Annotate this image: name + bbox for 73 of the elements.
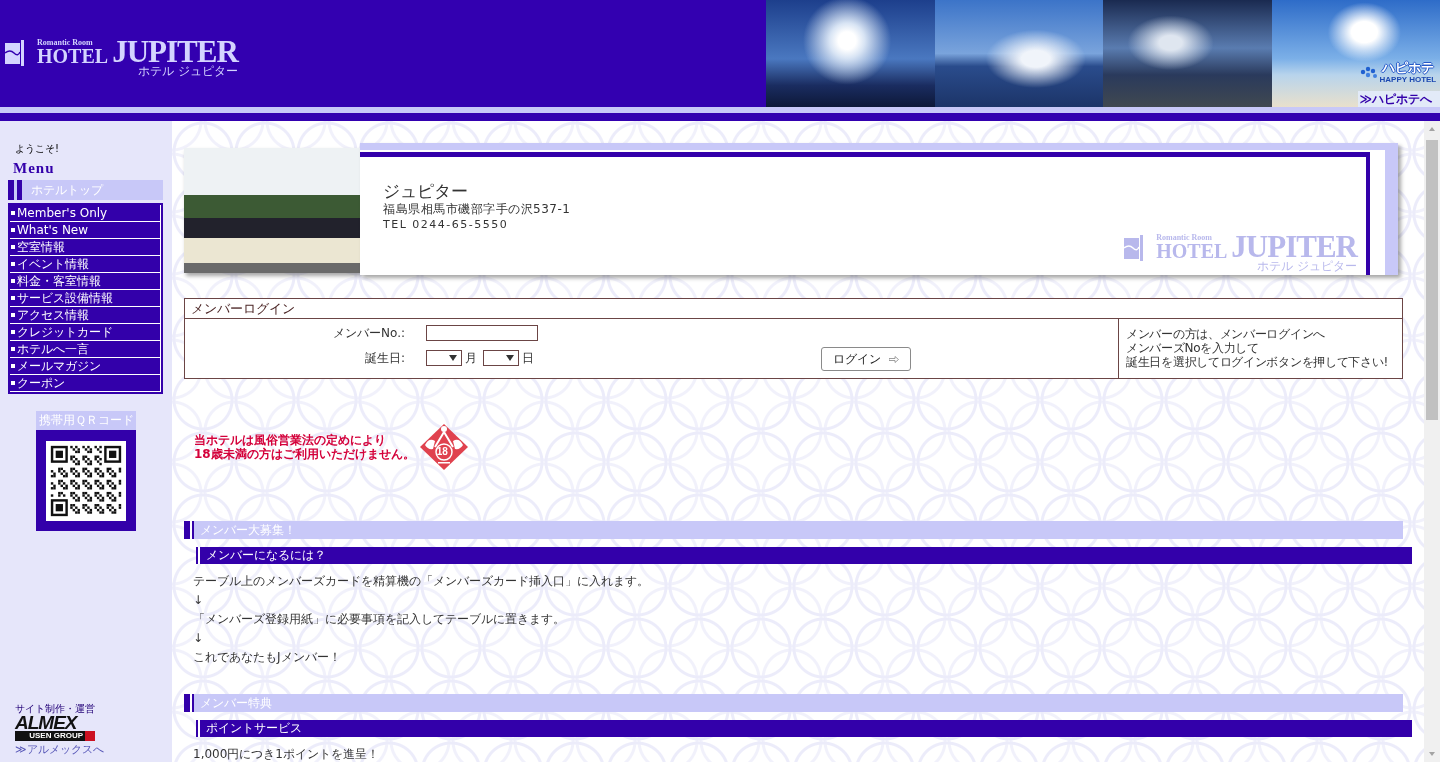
- caret-icon: [449, 355, 457, 361]
- company-group-banner: USEN GROUP: [15, 731, 95, 741]
- bullet-icon: [11, 296, 15, 300]
- subsection-header: メンバーになるには？: [196, 547, 1412, 564]
- hotel-name: ジュピター: [383, 181, 468, 201]
- menu-link[interactable]: クーポン: [10, 375, 161, 392]
- section-text: 1,000円につき1ポイントを進呈！: [193, 746, 379, 762]
- scrollbar[interactable]: [1424, 121, 1440, 762]
- age-limit-icon: [418, 423, 469, 471]
- dot-cluster-icon: [1359, 65, 1378, 79]
- bullet-icon: [11, 279, 15, 283]
- hotel-address: 福島県相馬市磯部字手の沢537-1: [383, 202, 571, 217]
- member-number-input[interactable]: [426, 325, 538, 341]
- bullet-icon: [11, 211, 15, 215]
- section-text: これであなたもJメンバー！: [193, 649, 341, 666]
- logo-name: JUPITER: [112, 38, 238, 65]
- partner-logo-subtext: HAPPY HOTEL: [1379, 75, 1437, 84]
- menu-link[interactable]: クレジットカード: [10, 324, 161, 341]
- scrollbar-thumb[interactable]: [1426, 140, 1438, 420]
- menu-link[interactable]: Member's Only: [10, 205, 161, 222]
- login-title: メンバーログイン: [185, 299, 1402, 319]
- menu-link[interactable]: 空室情報: [10, 239, 161, 256]
- menu-link[interactable]: アクセス情報: [10, 307, 161, 324]
- birthday-label: 誕生日:: [363, 349, 405, 367]
- bullet-icon: [11, 381, 15, 385]
- greeting-text: ようこそ!: [15, 143, 59, 155]
- menu-link[interactable]: ホテルへ一言: [10, 341, 161, 358]
- section-text: テーブル上のメンバーズカードを精算機の「メンバーズカード挿入口」に入れます。: [193, 573, 649, 590]
- logo-name: JUPITER: [1231, 233, 1357, 260]
- age-number: 18: [436, 446, 448, 457]
- section-text: ↓: [193, 592, 204, 609]
- bullet-icon: [11, 347, 15, 351]
- day-select[interactable]: [483, 350, 519, 366]
- logo-tagline: Romantic Room: [1156, 233, 1213, 242]
- subsection-header: ポイントサービス: [196, 720, 1412, 737]
- login-button[interactable]: ログイン: [821, 347, 911, 371]
- logo-hotel-text: HOTEL: [37, 47, 109, 65]
- age-notice-text: 18歳未満の方はご利用いただけません。: [194, 447, 415, 461]
- login-help-text: 誕生日を選択してログインボタンを押して下さい!: [1126, 355, 1388, 369]
- logo-kana: ホテル ジュピター: [1257, 260, 1357, 273]
- month-label: 月: [465, 349, 477, 367]
- menu-link[interactable]: 料金・客室情報: [10, 273, 161, 290]
- bullet-icon: [11, 245, 15, 249]
- age-notice-text: 当ホテルは風俗営業法の定めにより: [194, 433, 386, 447]
- menu-link[interactable]: What's New: [10, 222, 161, 239]
- logo-hotel-text: HOTEL: [1156, 242, 1228, 260]
- company-logo[interactable]: ALMEX: [15, 714, 77, 731]
- login-help-text: メンバーズNoを入力して: [1126, 341, 1259, 355]
- menu-title: Menu: [13, 160, 55, 176]
- menu-link[interactable]: イベント情報: [10, 256, 161, 273]
- section-text: 「メンバーズ登録用紙」に必要事項を記入してテーブルに置きます。: [193, 611, 565, 628]
- login-help-text: メンバーの方は、メンバーログインへ: [1126, 327, 1325, 341]
- logo-tagline: Romantic Room: [37, 38, 94, 47]
- month-select[interactable]: [426, 350, 462, 366]
- hotel-phone: TEL 0244-65-5550: [383, 217, 509, 232]
- menu-link[interactable]: メールマガジン: [10, 358, 161, 375]
- logo-mark-icon: [5, 40, 27, 66]
- bullet-icon: [11, 313, 15, 317]
- menu-link[interactable]: サービス設備情報: [10, 290, 161, 307]
- section-text: ↓: [193, 630, 204, 647]
- caret-icon: [506, 355, 514, 361]
- bullet-icon: [11, 228, 15, 232]
- partner-link[interactable]: ≫ハピホテへ: [1357, 91, 1440, 107]
- bullet-icon: [11, 262, 15, 266]
- company-link[interactable]: ≫アルメックスへ: [15, 743, 104, 756]
- credit-text: サイト制作・運営: [15, 703, 95, 714]
- member-number-label: メンバーNo.:: [332, 324, 405, 342]
- bullet-icon: [11, 330, 15, 334]
- bullet-icon: [11, 364, 15, 368]
- day-label: 日: [522, 349, 534, 367]
- logo-kana: ホテル ジュピター: [137, 65, 238, 78]
- partner-logo-text: ハピホテ: [1381, 60, 1434, 75]
- arrow-icon: [889, 355, 899, 363]
